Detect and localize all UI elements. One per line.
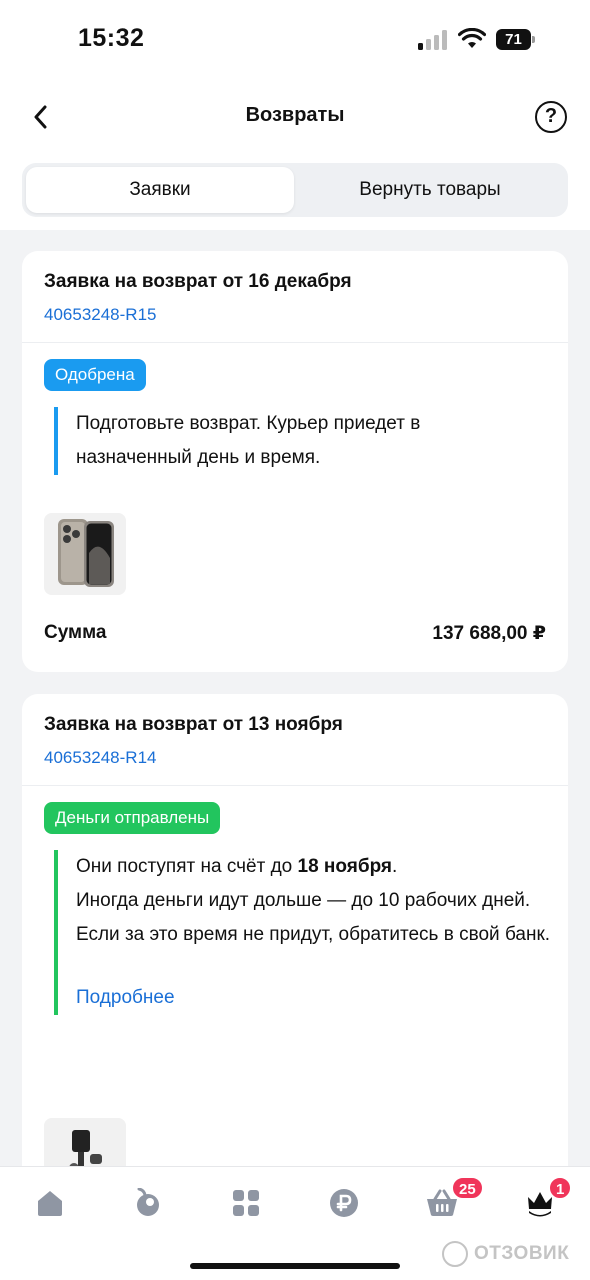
phone-product-image xyxy=(44,513,126,595)
status-message-text: Подготовьте возврат. Курьер приедет в на… xyxy=(76,413,421,468)
status-message-line: Иногда деньги идут дольше — до 10 рабочи… xyxy=(76,890,531,911)
catalog-fruit-icon xyxy=(137,1188,159,1216)
home-icon xyxy=(38,1191,62,1216)
status-badge: Деньги отправлены xyxy=(44,802,221,834)
watermark-logo-icon xyxy=(442,1241,468,1267)
product-thumbnail[interactable] xyxy=(44,513,126,595)
page-header: Возвраты ? xyxy=(0,80,590,154)
nav-catalog[interactable] xyxy=(128,1185,168,1221)
divider xyxy=(22,342,568,343)
status-message-line: Если за это время не придут, обратитесь … xyxy=(76,924,551,945)
help-button[interactable]: ? xyxy=(535,101,567,133)
status-bar: 15:32 71 xyxy=(0,0,590,80)
status-message: Они поступят на счёт до 18 ноября. Иногд… xyxy=(54,850,554,1015)
sum-label: Сумма xyxy=(44,622,107,643)
status-time: 15:32 xyxy=(78,24,145,52)
return-request-number-link[interactable]: 40653248-R15 xyxy=(44,305,156,325)
status-message: Подготовьте возврат. Курьер приедет в на… xyxy=(54,407,534,475)
battery-level: 71 xyxy=(505,31,522,48)
cellular-signal-icon xyxy=(418,30,447,50)
tab-return-items[interactable]: Вернуть товары xyxy=(296,167,564,213)
sum-value: 137 688,00 ₽ xyxy=(432,623,546,644)
battery-icon: 71 xyxy=(496,29,535,50)
page-title: Возвраты xyxy=(245,104,345,126)
status-message-text: Они поступят на счёт до xyxy=(76,856,298,877)
status-message-line: Они поступят на счёт до 18 ноября. xyxy=(76,850,554,884)
more-details-link[interactable]: Подробнее xyxy=(76,981,554,1015)
bottom-navigation: 25 1 ОТЗОВИК xyxy=(0,1166,590,1280)
tab-requests[interactable]: Заявки xyxy=(26,167,294,213)
grid-icon xyxy=(233,1190,259,1216)
nav-finance[interactable] xyxy=(324,1185,364,1221)
segmented-control: Заявки Вернуть товары xyxy=(22,163,568,217)
ruble-icon xyxy=(330,1189,358,1217)
return-request-title: Заявка на возврат от 16 декабря xyxy=(44,271,352,292)
wifi-icon xyxy=(458,28,486,48)
watermark-text: ОТЗОВИК xyxy=(474,1243,570,1264)
basket-count-badge: 25 xyxy=(451,1176,484,1200)
nav-categories[interactable] xyxy=(226,1185,266,1221)
profile-notification-badge: 1 xyxy=(548,1176,573,1200)
arrival-date: 18 ноября xyxy=(297,856,393,877)
divider xyxy=(22,785,568,786)
home-indicator xyxy=(190,1263,400,1269)
return-request-card[interactable]: Заявка на возврат от 16 декабря 40653248… xyxy=(22,251,568,672)
return-request-title: Заявка на возврат от 13 ноября xyxy=(44,714,343,735)
nav-home[interactable] xyxy=(30,1185,70,1221)
return-request-card[interactable]: Заявка на возврат от 13 ноября 40653248-… xyxy=(22,694,568,1184)
tabs-container: Заявки Вернуть товары xyxy=(0,154,590,230)
status-badge: Одобрена xyxy=(44,359,146,391)
return-request-number-link[interactable]: 40653248-R14 xyxy=(44,748,156,768)
status-message-text: . xyxy=(392,856,398,877)
watermark: ОТЗОВИК xyxy=(442,1241,569,1267)
